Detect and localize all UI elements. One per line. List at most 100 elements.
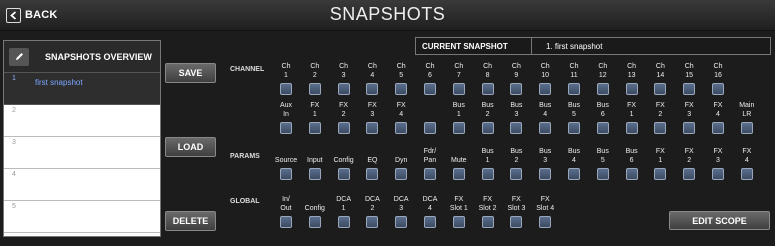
channel-row1-label: Ch 8 [483, 63, 493, 79]
channel-row1-label: Ch 5 [396, 63, 406, 79]
params-column: EQ [358, 147, 386, 180]
params-checkbox[interactable] [308, 168, 321, 180]
params-checkbox[interactable] [654, 168, 667, 180]
channel-row2-checkbox[interactable] [539, 122, 552, 134]
snapshot-slot[interactable]: 1 first snapshot [4, 73, 160, 105]
channel-row1-checkbox[interactable] [395, 83, 408, 95]
params-checkbox[interactable] [510, 168, 523, 180]
global-section-label: GLOBAL [230, 198, 260, 205]
global-checkbox[interactable] [280, 216, 292, 228]
save-button[interactable]: SAVE [165, 63, 216, 83]
channel-row1-column: Ch 12 [589, 62, 617, 95]
channel-row2-column: Bus 5 [560, 101, 588, 134]
pencil-icon[interactable] [9, 47, 29, 66]
global-checkbox[interactable] [539, 216, 552, 228]
global-checkbox[interactable] [308, 216, 321, 228]
channel-row1-checkbox[interactable] [625, 83, 638, 95]
channel-row2-column: FX 3 [675, 101, 703, 134]
global-checkbox[interactable] [337, 216, 350, 228]
channel-row2-checkbox[interactable] [395, 122, 408, 134]
global-checkbox[interactable] [510, 216, 523, 228]
global-checkbox[interactable] [395, 216, 408, 228]
channel-row1-column: Ch 7 [445, 62, 473, 95]
global-checkbox[interactable] [424, 216, 436, 228]
params-column: Bus 1 [474, 147, 502, 180]
channel-row2-label: Bus 1 [452, 102, 465, 118]
channel-row2-checkbox[interactable] [337, 122, 350, 134]
channel-row2-checkbox[interactable] [625, 122, 638, 134]
params-checkbox[interactable] [596, 168, 609, 180]
channel-row1-checkbox[interactable] [568, 83, 580, 95]
channel-row1-column: Ch 1 [272, 62, 300, 95]
channel-row2-checkbox[interactable] [568, 122, 580, 134]
channel-row2-column: Bus 1 [445, 101, 473, 134]
top-bar: BACK SNAPSHOTS [0, 0, 775, 31]
channel-row2-label: FX 3 [684, 102, 694, 118]
channel-row2-column: FX 4 [387, 101, 415, 134]
channel-row1-checkbox[interactable] [337, 83, 350, 95]
channel-row1-checkbox[interactable] [481, 83, 494, 95]
channel-row1-checkbox[interactable] [510, 83, 523, 95]
global-checkbox[interactable] [452, 216, 465, 228]
snapshot-slot-number: 5 [12, 203, 16, 210]
channel-row1-checkbox[interactable] [596, 83, 609, 95]
edit-scope-button[interactable]: EDIT SCOPE [669, 211, 770, 230]
channel-row2-checkbox[interactable] [712, 122, 724, 134]
channel-row2-checkbox[interactable] [740, 122, 753, 134]
params-label: Dyn [394, 157, 408, 164]
params-checkbox[interactable] [625, 168, 638, 180]
global-checkbox[interactable] [481, 216, 494, 228]
channel-row1-checkbox[interactable] [712, 83, 724, 95]
params-checkbox[interactable] [280, 168, 292, 180]
channel-row2-checkbox[interactable] [596, 122, 609, 134]
channel-row2-checkbox[interactable] [280, 122, 292, 134]
params-checkbox[interactable] [539, 168, 552, 180]
snapshot-slot[interactable]: 3 [4, 137, 160, 169]
params-checkbox[interactable] [481, 168, 494, 180]
channel-row1-label: Ch 12 [598, 63, 608, 79]
global-checkbox[interactable] [366, 216, 379, 228]
channel-row1-checkbox[interactable] [539, 83, 552, 95]
params-column: Bus 3 [531, 147, 559, 180]
channel-row2-checkbox[interactable] [481, 122, 494, 134]
page-title: SNAPSHOTS [329, 4, 446, 24]
params-checkbox[interactable] [683, 168, 696, 180]
channel-row2-checkbox[interactable] [424, 122, 436, 134]
channel-row2-label: FX 1 [310, 102, 320, 118]
snapshot-slot[interactable]: 2 [4, 105, 160, 137]
channel-row1-checkbox[interactable] [308, 83, 321, 95]
params-checkbox[interactable] [452, 168, 465, 180]
channel-row2-checkbox[interactable] [683, 122, 696, 134]
channel-row1-checkbox[interactable] [654, 83, 667, 95]
channel-row2-checkbox[interactable] [452, 122, 465, 134]
delete-button[interactable]: DELETE [165, 211, 216, 231]
load-button[interactable]: LOAD [165, 137, 216, 157]
params-checkbox[interactable] [568, 168, 580, 180]
channel-row2-checkbox[interactable] [366, 122, 379, 134]
params-checkbox[interactable] [740, 168, 753, 180]
params-column: Bus 2 [502, 147, 530, 180]
channel-row1-checkbox[interactable] [366, 83, 379, 95]
channel-row1-checkbox[interactable] [452, 83, 465, 95]
channel-row1-label: Ch 9 [511, 63, 521, 79]
overview-header: SNAPSHOTS OVERVIEW [4, 41, 160, 73]
params-checkbox[interactable] [712, 168, 724, 180]
params-column: Source [272, 147, 300, 180]
channel-row1-checkbox[interactable] [280, 83, 292, 95]
params-checkbox[interactable] [337, 168, 350, 180]
channel-row2-label: Bus 3 [510, 102, 523, 118]
channel-row2-checkbox[interactable] [308, 122, 321, 134]
channel-row2-checkbox[interactable] [510, 122, 523, 134]
snapshot-slot[interactable]: 4 [4, 169, 160, 201]
params-checkbox[interactable] [424, 168, 436, 180]
channel-row1-checkbox[interactable] [683, 83, 696, 95]
params-column: FX 1 [646, 147, 674, 180]
params-checkbox[interactable] [366, 168, 379, 180]
channel-row2-checkbox[interactable] [654, 122, 667, 134]
channel-row1-label: Ch 14 [655, 63, 665, 79]
channel-row2-label: Bus 4 [539, 102, 552, 118]
snapshot-slot[interactable]: 5 [4, 201, 160, 233]
channel-row1-checkbox[interactable] [424, 83, 436, 95]
channel-row1-column: Ch 3 [330, 62, 358, 95]
params-checkbox[interactable] [395, 168, 408, 180]
